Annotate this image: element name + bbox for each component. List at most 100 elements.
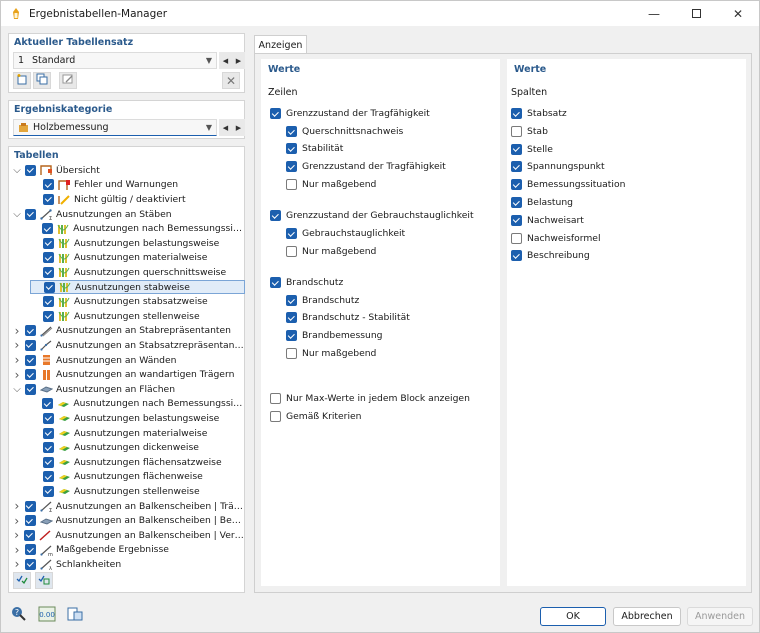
table-checkbox[interactable]	[25, 325, 36, 337]
tree-group-row[interactable]: ⌵ Übersicht	[12, 163, 245, 178]
decimals-button[interactable]: 0.00	[38, 606, 56, 624]
tableset-select[interactable]: 1 Standard ▼	[13, 52, 217, 69]
table-checkbox[interactable]	[43, 442, 54, 454]
chevron-right-icon[interactable]: ›	[12, 543, 22, 557]
column-option[interactable]: Beschreibung	[511, 250, 590, 262]
option-checkbox[interactable]	[286, 228, 297, 239]
chevron-right-icon[interactable]: ›	[12, 514, 22, 528]
option-checkbox[interactable]	[286, 143, 297, 154]
option-checkbox[interactable]	[286, 161, 297, 172]
row-option[interactable]: Nur maßgebend	[286, 179, 376, 190]
tree-item-row[interactable]: Ausnutzungen stabsatzweise	[30, 294, 245, 309]
tree-item-row[interactable]: Nicht gültig / deaktiviert	[30, 192, 245, 207]
chevron-right-icon[interactable]: ›	[12, 499, 22, 513]
chevron-right-icon[interactable]: ›	[12, 353, 22, 367]
category-next-button[interactable]: ▶	[232, 119, 245, 136]
table-checkbox[interactable]	[43, 412, 54, 424]
apply-button[interactable]: Anwenden	[687, 607, 753, 626]
chevron-right-icon[interactable]: ›	[12, 368, 22, 382]
column-option[interactable]: Nachweisart	[511, 214, 584, 226]
option-checkbox[interactable]	[286, 126, 297, 137]
option-checkbox[interactable]	[286, 348, 297, 359]
table-checkbox[interactable]	[43, 456, 54, 468]
column-option[interactable]: Nachweisformel	[511, 232, 601, 244]
copy-tableset-button[interactable]	[33, 72, 51, 89]
new-tableset-button[interactable]	[13, 72, 31, 89]
tree-group-row[interactable]: › Σ Ausnutzungen an Balkenscheiben | Träge…	[12, 499, 245, 514]
column-option[interactable]: Stelle	[511, 143, 553, 155]
table-checkbox[interactable]	[24, 515, 36, 527]
tableset-prev-button[interactable]: ◀	[219, 52, 232, 69]
row-option[interactable]: Grenzzustand der Tragfähigkeit	[270, 108, 430, 119]
table-checkbox[interactable]	[25, 544, 36, 556]
option-checkbox[interactable]	[511, 179, 522, 191]
category-select[interactable]: Holzbemessung ▼	[13, 119, 217, 136]
table-checkbox[interactable]	[43, 237, 54, 249]
table-checkbox[interactable]	[43, 471, 54, 483]
row-option[interactable]: Brandschutz	[270, 277, 343, 288]
chevron-right-icon[interactable]: ›	[12, 528, 21, 542]
ok-button[interactable]: OK	[540, 607, 606, 626]
table-checkbox[interactable]	[24, 339, 36, 351]
chevron-down-icon[interactable]: ⌵	[12, 209, 22, 220]
close-window-button[interactable]: ✕	[717, 1, 759, 26]
option-checkbox[interactable]	[511, 214, 522, 226]
chevron-right-icon[interactable]: ›	[12, 338, 22, 352]
uncheck-all-button[interactable]	[35, 572, 53, 589]
row-option[interactable]: Nur maßgebend	[286, 246, 376, 257]
table-checkbox[interactable]	[25, 354, 36, 366]
table-checkbox[interactable]	[25, 383, 36, 395]
row-option[interactable]: Querschnittsnachweis	[286, 126, 403, 137]
minimize-button[interactable]: —	[633, 1, 675, 26]
table-checkbox[interactable]	[25, 369, 36, 381]
tree-group-row[interactable]: › Ausnutzungen an Balkenscheiben | Verbin…	[12, 528, 245, 543]
option-checkbox[interactable]	[270, 411, 281, 422]
chevron-down-icon[interactable]: ⌵	[12, 384, 22, 395]
rename-tableset-button[interactable]	[59, 72, 77, 89]
table-checkbox[interactable]	[24, 529, 36, 541]
chevron-right-icon[interactable]: ›	[12, 324, 22, 338]
row-option[interactable]: Stabilität	[286, 143, 343, 154]
table-checkbox[interactable]	[43, 252, 54, 264]
row-option[interactable]: Brandschutz - Stabilität	[286, 312, 410, 323]
option-checkbox[interactable]	[270, 277, 281, 288]
tree-group-row[interactable]: › maxMaßgebende Ergebnisse	[12, 543, 245, 558]
option-checkbox[interactable]	[511, 161, 522, 173]
table-checkbox[interactable]	[25, 208, 36, 220]
table-checkbox[interactable]	[25, 164, 36, 176]
tree-item-row[interactable]: Ausnutzungen flächensatzweise	[30, 455, 245, 470]
table-checkbox[interactable]	[42, 398, 54, 410]
option-checkbox[interactable]	[511, 250, 522, 262]
table-checkbox[interactable]	[43, 193, 54, 205]
table-checkbox[interactable]	[24, 500, 36, 512]
row-option[interactable]: Brandschutz	[286, 295, 359, 306]
table-checkbox[interactable]	[43, 427, 54, 439]
tree-item-row[interactable]: Ausnutzungen belastungsweise	[30, 411, 245, 426]
tree-item-row[interactable]: Ausnutzungen flächenweise	[30, 470, 245, 485]
tree-item-row[interactable]: Ausnutzungen stabweise	[30, 279, 245, 295]
row-option[interactable]: Gebrauchstauglichkeit	[286, 228, 405, 239]
table-checkbox[interactable]	[43, 266, 54, 278]
table-settings-button[interactable]	[66, 606, 84, 624]
tree-group-row[interactable]: › λ Schlankheiten	[12, 557, 245, 572]
chevron-down-icon[interactable]: ⌵	[12, 165, 22, 176]
tableset-next-button[interactable]: ▶	[232, 52, 245, 69]
table-checkbox[interactable]	[43, 179, 54, 191]
tree-group-row[interactable]: › Ausnutzungen an Stabsatzrepräsentanten	[12, 338, 245, 353]
option-checkbox[interactable]	[511, 108, 522, 119]
column-option[interactable]: Stabsatz	[511, 108, 567, 119]
option-checkbox[interactable]	[286, 295, 297, 306]
tree-item-row[interactable]: Ausnutzungen belastungsweise	[30, 236, 245, 251]
table-checkbox[interactable]	[44, 281, 55, 293]
maximize-button[interactable]	[675, 1, 717, 26]
table-checkbox[interactable]	[43, 310, 54, 322]
help-button[interactable]: ?	[10, 606, 28, 624]
tree-item-row[interactable]: Ausnutzungen dickenweise	[30, 440, 245, 455]
option-checkbox[interactable]	[286, 246, 297, 257]
tree-group-row[interactable]: ⌵ Ausnutzungen an Flächen	[12, 382, 245, 397]
option-checkbox[interactable]	[511, 197, 522, 208]
table-checkbox[interactable]	[42, 223, 54, 235]
tree-item-row[interactable]: Ausnutzungen materialweise	[30, 251, 245, 266]
table-checkbox[interactable]	[43, 485, 54, 497]
cancel-button[interactable]: Abbrechen	[613, 607, 681, 626]
